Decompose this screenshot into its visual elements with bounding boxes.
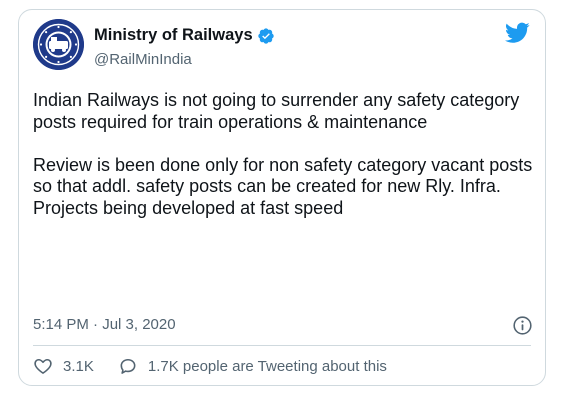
tweeting-about-link[interactable]: 1.7K people are Tweeting about this	[118, 356, 387, 376]
like-count: 3.1K	[63, 357, 94, 375]
tweet-text: Indian Railways is not going to surrende…	[33, 90, 533, 219]
heart-icon	[34, 358, 52, 374]
tweet-timestamp[interactable]: 5:14 PM · Jul 3, 2020	[33, 316, 176, 333]
twitter-bird-icon[interactable]	[505, 22, 530, 44]
speech-bubble-icon	[120, 358, 136, 374]
tweet-paragraph: Review is been done only for non safety …	[33, 154, 533, 218]
indian-railways-logo-icon	[33, 19, 84, 70]
tweet-actions: 3.1K 1.7K people are Tweeting about this	[33, 356, 387, 376]
account-handle[interactable]: @RailMinIndia	[94, 51, 192, 68]
tweet-paragraph: Indian Railways is not going to surrende…	[33, 90, 520, 132]
avatar[interactable]	[33, 19, 84, 70]
display-name[interactable]: Ministry of Railways	[94, 26, 253, 45]
tweeting-count: 1.7K people are Tweeting about this	[147, 357, 387, 375]
divider	[33, 345, 531, 346]
verified-badge-icon	[257, 27, 274, 44]
tweet-card[interactable]: Ministry of Railways @RailMinIndia India…	[18, 9, 546, 386]
like-button[interactable]: 3.1K	[33, 356, 94, 376]
info-icon[interactable]	[512, 315, 533, 336]
